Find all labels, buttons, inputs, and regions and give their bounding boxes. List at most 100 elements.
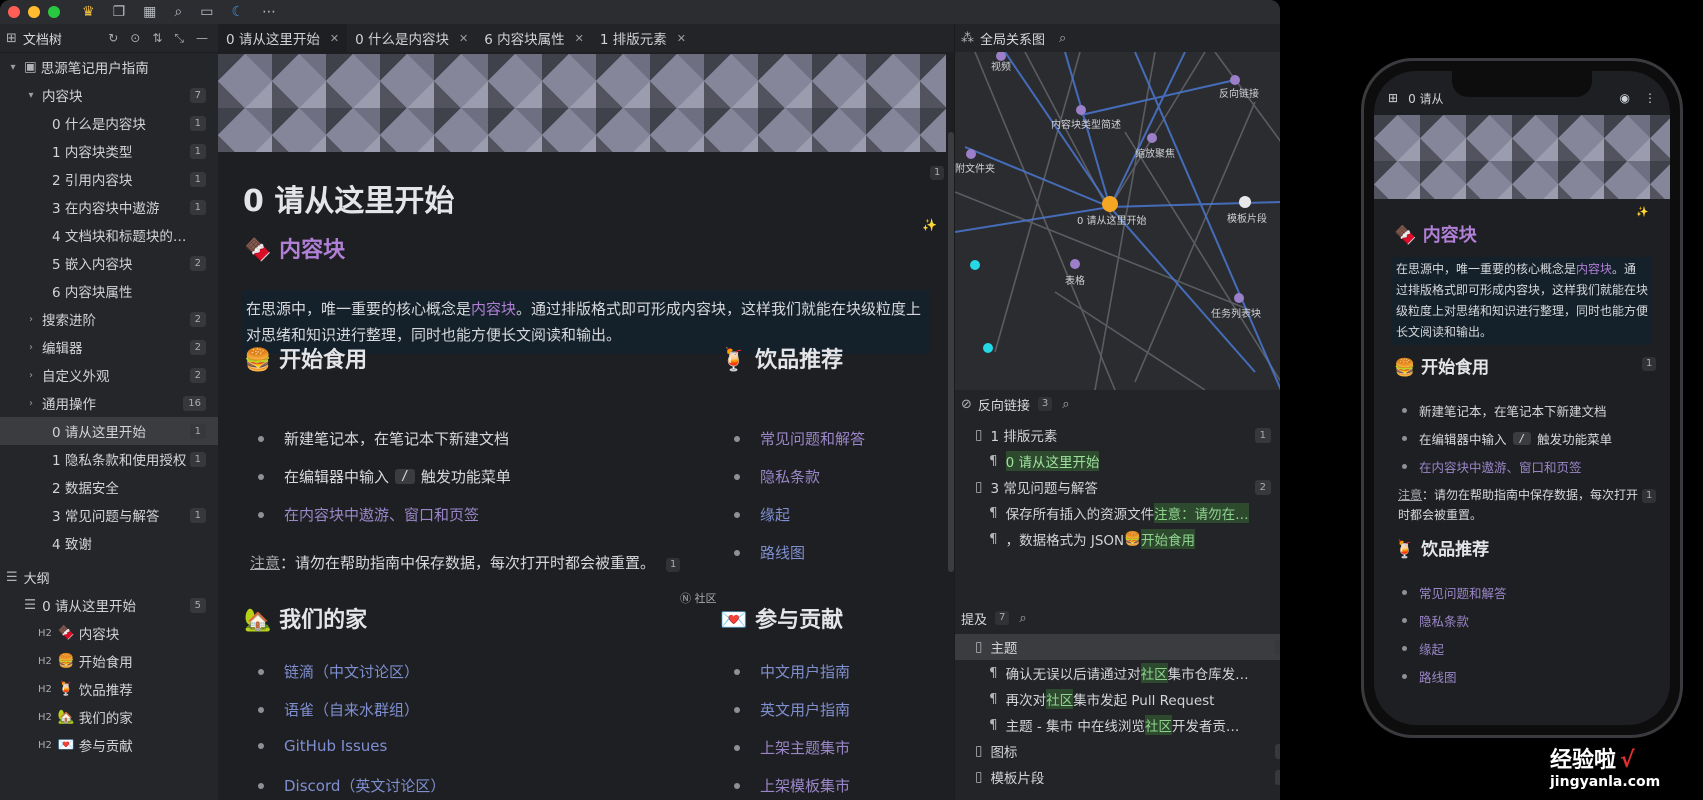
mention-doc-item[interactable]: ▯ 主题 3 [955,634,1280,660]
mention-block-item[interactable]: ¶ 主题 - 集市 中在线浏览 社区 开发者贡… [989,712,1271,738]
chevron-right-icon[interactable]: › [24,342,38,353]
outline-heading-item[interactable]: H2 🍫 内容块 [0,619,218,647]
link-privacy[interactable]: 隐私条款 [734,466,820,487]
tree-item[interactable]: 0 请从这里开始 1 [0,417,218,445]
phone-sparkle-icon[interactable]: ✨ [1636,207,1648,218]
link-windows-tabs[interactable]: 窗口和页签 [404,504,479,525]
more-icon[interactable]: ⋯ [262,4,276,20]
community-tag[interactable]: Ⓝ 社区 [680,590,717,606]
tree-item[interactable]: 1 内容块类型 1 [0,137,218,165]
tree-item[interactable]: 4 文档块和标题块的… [0,221,218,249]
chevron-down-icon[interactable]: ▾ [24,90,38,101]
phone-heading-start[interactable]: 🍔 开始食用 [1394,353,1489,378]
phone-heading-drinks[interactable]: 🍹 饮品推荐 [1394,535,1489,560]
phone-link-faq[interactable]: 常见问题和解答 [1402,583,1507,602]
chevron-right-icon[interactable]: › [24,370,38,381]
link-origin[interactable]: 缘起 [734,504,790,525]
tree-item[interactable]: › 编辑器 2 [0,333,218,361]
maximize-window-button[interactable] [48,6,60,18]
tab[interactable]: 6 内容块属性 ✕ [476,24,592,52]
outline-doc-item[interactable]: ☰ 0 请从这里开始 5 [0,591,218,619]
outline-heading-item[interactable]: H2 💌 参与贡献 [0,731,218,759]
tree-item[interactable]: 5 嵌入内容块 2 [0,249,218,277]
eye-icon[interactable]: ◉ [1620,91,1630,105]
link-roadmap[interactable]: 路线图 [734,542,805,563]
link-zh-guide[interactable]: 中文用户指南 [734,661,850,682]
search-icon[interactable]: ⌕ [174,4,182,20]
link-blocks-tour[interactable]: 在内容块中遨游 [1419,457,1507,476]
list-item[interactable]: 新建笔记本，在笔记本下新建文档 [258,428,509,449]
minimize-window-button[interactable] [28,6,40,18]
graph-canvas[interactable]: 视频 反向链接 内容块类型简述 缩放聚焦 附文件夹 0 请从这里开始 模板片段 … [955,52,1280,390]
tree-item[interactable]: › 搜索进阶 2 [0,305,218,333]
link-discord[interactable]: Discord（英文讨论区） [258,775,445,796]
mentions-search-icon[interactable]: ⌕ [1019,611,1026,626]
phone-list-item[interactable]: 在内容块中遨游、窗口和页签 [1402,457,1582,476]
tree-item[interactable]: 3 在内容块中遨游 1 [0,193,218,221]
backlink-doc-item[interactable]: ▯ 1 排版元素 1 [975,422,1271,448]
close-window-button[interactable] [8,6,20,18]
list-item[interactable]: 在编辑器中输入 / 触发功能菜单 [258,466,511,487]
title-badge[interactable]: 1 [930,166,945,180]
chevron-right-icon[interactable]: › [24,398,38,409]
tree-item[interactable]: 2 数据安全 [0,473,218,501]
minimize-panel-icon[interactable]: — [196,31,208,46]
link-yuque[interactable]: 语雀（自来水群组） [258,699,419,720]
sort-icon[interactable]: ⇅ [152,31,162,46]
tab[interactable]: 1 排版元素 ✕ [592,24,694,52]
tree-item[interactable]: 2 引用内容块 1 [0,165,218,193]
copy-icon[interactable]: ❐ [113,4,126,20]
moon-icon[interactable]: ☾ [231,4,244,20]
backlink-block-item[interactable]: ¶ ，数据格式为 JSON 🍔 开始食用 [989,526,1271,552]
calendar-icon[interactable]: ▦ [143,4,156,20]
list-item[interactable]: 在内容块中遨游、窗口和页签 [258,504,479,525]
link-en-guide[interactable]: 英文用户指南 [734,699,850,720]
phone-doctree-icon[interactable]: ⊞ [1388,91,1398,105]
heading-blocks[interactable]: 🍫 内容块 [244,232,345,264]
mention-block-item[interactable]: ¶ 确认无误以后请通过对 社区 集市仓库发… [989,660,1271,686]
phone-link-origin[interactable]: 缘起 [1402,639,1444,658]
link-theme-bazaar[interactable]: 上架主题集市 [734,737,850,758]
global-graph[interactable]: 视频 反向链接 内容块类型简述 缩放聚焦 附文件夹 0 请从这里开始 模板片段 … [955,52,1280,390]
link-faq[interactable]: 常见问题和解答 [734,428,865,449]
note-badge[interactable]: 1 [666,558,681,572]
mention-block-item[interactable]: ¶ 再次对 社区 集市发起 Pull Request [989,686,1271,712]
tab[interactable]: 0 请从这里开始 ✕ [218,24,348,52]
collapse-icon[interactable]: ⤡ [174,31,184,46]
link-template-bazaar[interactable]: 上架模板集市 [734,775,850,796]
tree-item[interactable]: 3 常见问题与解答 1 [0,501,218,529]
heading-home[interactable]: 🏡 我们的家 [244,602,367,634]
outline-heading-item[interactable]: H2 🍔 开始食用 [0,647,218,675]
intro-link[interactable]: 内容块 [471,300,516,318]
close-icon[interactable]: ✕ [677,32,686,45]
link-windows-tabs[interactable]: 窗口和页签 [1519,457,1582,476]
close-icon[interactable]: ✕ [330,32,339,45]
chevron-right-icon[interactable]: › [24,314,38,325]
heading-drinks[interactable]: 🍹 饮品推荐 [720,342,843,374]
mention-doc-item[interactable]: ▯ 图标 2 [955,738,1280,764]
tree-item[interactable]: 0 什么是内容块 1 [0,109,218,137]
phone-note[interactable]: 注意：请勿在帮助指南中保存数据，每次打开时都会被重置。 [1398,485,1650,525]
sparkle-icon[interactable]: ✨ [922,218,937,232]
tab[interactable]: 0 什么是内容块 ✕ [347,24,476,52]
tree-item[interactable]: 4 致谢 [0,529,218,557]
phone-heading-blocks[interactable]: 🍫 内容块 [1394,221,1477,247]
backlinks-search-icon[interactable]: ⌕ [1062,397,1069,412]
window-icon[interactable]: ▭ [200,4,213,20]
phone-link-roadmap[interactable]: 路线图 [1402,667,1457,686]
tree-item[interactable]: 1 隐私条款和使用授权 1 [0,445,218,473]
phone-tab-label[interactable]: 0 请从 [1408,90,1443,107]
tree-item[interactable]: ▾ 内容块 7 [0,81,218,109]
backlink-block-item[interactable]: ¶ 0 请从这里开始 [989,448,1271,474]
phone-intro-link[interactable]: 内容块 [1576,262,1612,276]
note-paragraph[interactable]: 注意：请勿在帮助指南中保存数据，每次打开时都会被重置。 [250,552,655,573]
link-github-issues[interactable]: GitHub Issues [258,737,387,755]
backlink-doc-item[interactable]: ▯ 3 常见问题与解答 2 [975,474,1271,500]
backlink-block-item[interactable]: ¶ 保存所有插入的资源文件 注意：请勿在… [989,500,1271,526]
phone-link-privacy[interactable]: 隐私条款 [1402,611,1469,630]
tree-item[interactable]: 6 内容块属性 [0,277,218,305]
close-icon[interactable]: ✕ [575,32,584,45]
mention-doc-item[interactable]: ▯ 模板片段 2 [955,764,1280,790]
tree-item[interactable]: › 通用操作 16 [0,389,218,417]
heading-contribute[interactable]: 💌 参与贡献 [720,602,843,634]
